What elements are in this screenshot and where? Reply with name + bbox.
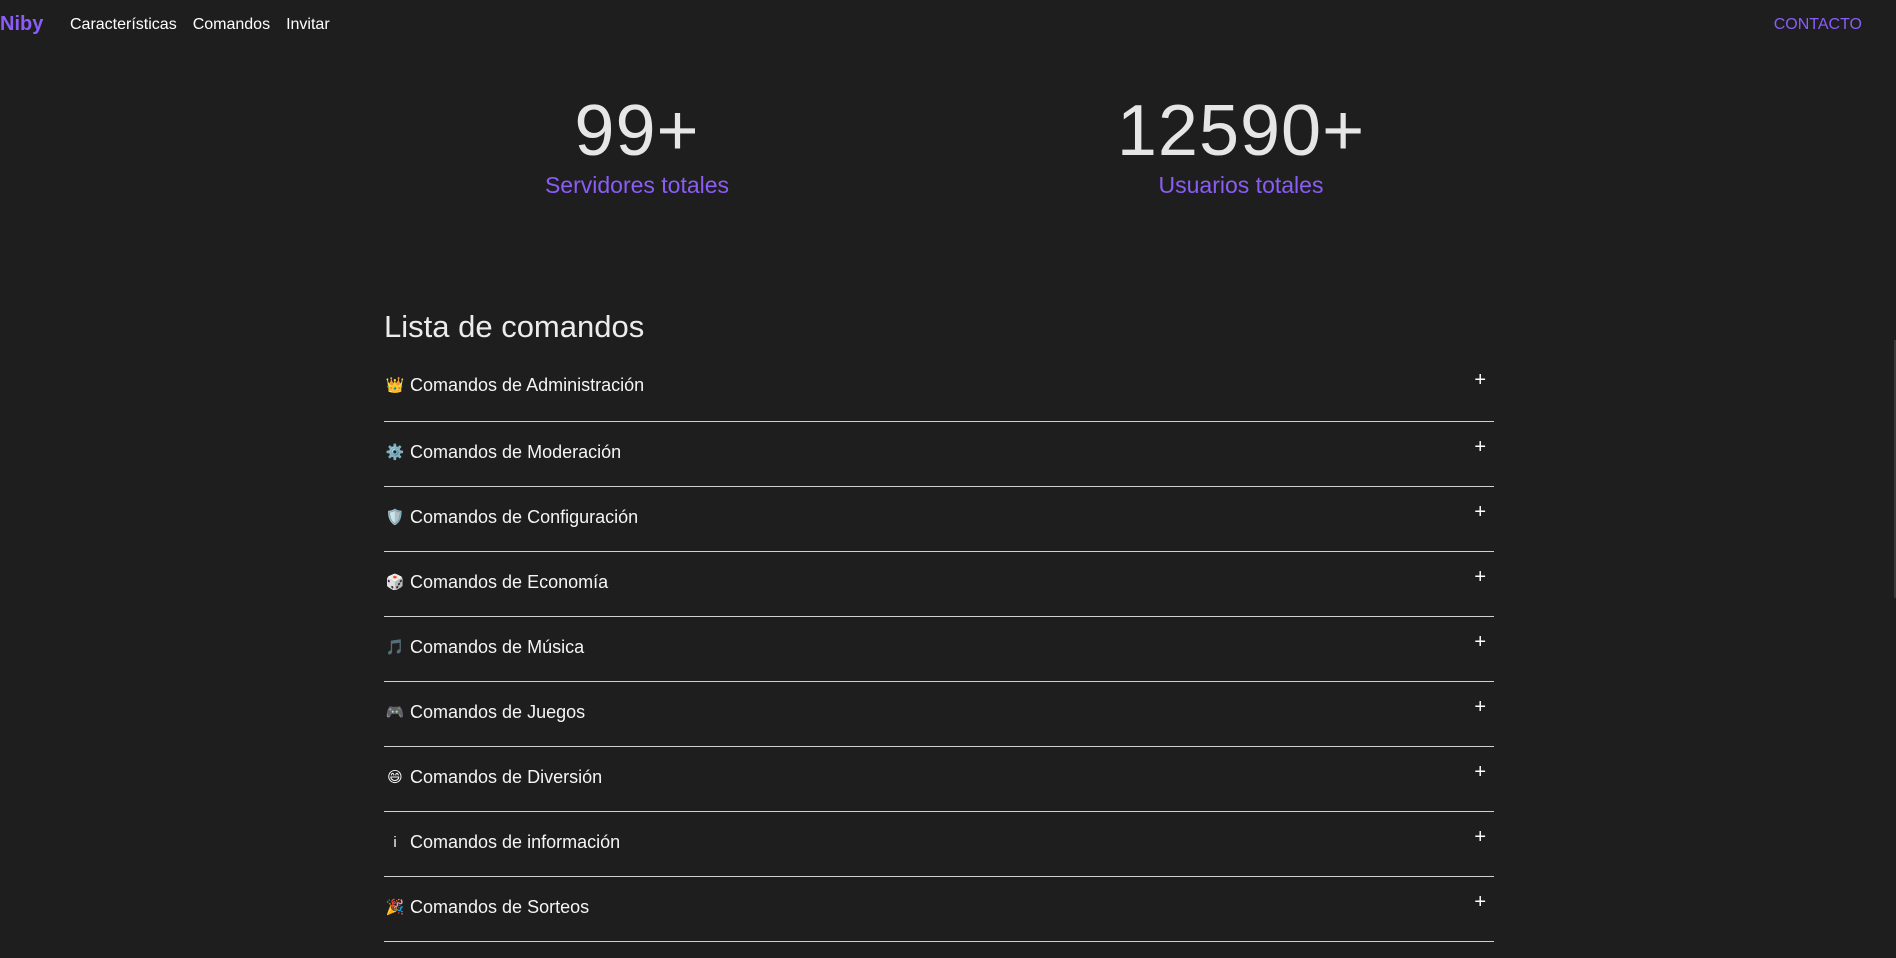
stat-servers-label: Servidores totales (544, 172, 730, 198)
command-category-header: 👑 Comandos de Administración (384, 375, 644, 396)
shield-icon: 🛡️ (385, 508, 405, 526)
nav-link-invitar[interactable]: Invitar (286, 16, 330, 34)
command-category-label: Comandos de Moderación (410, 442, 622, 462)
command-category-label: Comandos de Música (410, 637, 585, 657)
command-category-label: Comandos de Economía (410, 572, 609, 592)
command-category-item[interactable]: 🎮 Comandos de Juegos + (384, 682, 1494, 747)
command-category-item[interactable]: i Comandos de información + (384, 812, 1494, 877)
command-category-header: 🎮 Comandos de Juegos (384, 702, 585, 723)
command-category-header: 🎉 Comandos de Sorteos (384, 897, 589, 918)
expand-plus-icon[interactable]: + (1474, 566, 1486, 589)
command-category-label: Comandos de información (410, 832, 621, 852)
command-category-header: 🎵 Comandos de Música (384, 637, 584, 658)
crown-icon: 👑 (385, 376, 405, 394)
stat-users: 12590+ Usuarios totales (1041, 90, 1441, 199)
contact-link[interactable]: CONTACTO (1774, 16, 1862, 34)
brand-logo[interactable]: Niby (0, 13, 43, 36)
expand-plus-icon[interactable]: + (1474, 696, 1486, 719)
stat-users-number: 12590+ (1116, 91, 1366, 171)
command-category-label: Comandos de Configuración (410, 507, 639, 527)
commands-list: 👑 Comandos de Administración + ⚙️ Comandos d… (384, 355, 1494, 942)
command-category-header: i Comandos de información (384, 832, 620, 853)
command-category-item[interactable]: 🛡️ Comandos de Configuración + (384, 487, 1494, 552)
command-category-item[interactable]: 🎵 Comandos de Música + (384, 617, 1494, 682)
command-category-header: 😄 Comandos de Diversión (384, 767, 602, 788)
expand-plus-icon[interactable]: + (1474, 631, 1486, 654)
command-category-item[interactable]: ⚙️ Comandos de Moderación + (384, 422, 1494, 487)
stat-servers: 99+ Servidores totales (437, 90, 837, 199)
expand-plus-icon[interactable]: + (1474, 761, 1486, 784)
nav-links: Características Comandos Invitar (70, 16, 330, 34)
command-category-label: Comandos de Administración (410, 375, 645, 395)
command-category-header: 🛡️ Comandos de Configuración (384, 507, 638, 528)
command-category-label: Comandos de Diversión (410, 767, 603, 787)
command-category-label: Comandos de Sorteos (410, 897, 590, 917)
commands-title: Lista de comandos (384, 309, 645, 344)
smile-icon: 😄 (387, 768, 403, 786)
expand-plus-icon[interactable]: + (1474, 891, 1486, 914)
command-category-item[interactable]: 👑 Comandos de Administración + (384, 355, 1494, 422)
gamepad-icon: 🎮 (385, 703, 405, 721)
expand-plus-icon[interactable]: + (1474, 501, 1486, 524)
command-category-header: 🎲 Comandos de Economía (384, 572, 608, 593)
expand-plus-icon[interactable]: + (1474, 436, 1486, 459)
dice-icon: 🎲 (385, 573, 405, 591)
expand-plus-icon[interactable]: + (1474, 826, 1486, 849)
command-category-item[interactable]: 😄 Comandos de Diversión + (384, 747, 1494, 812)
nav-link-comandos[interactable]: Comandos (193, 16, 270, 34)
command-category-item[interactable]: 🎉 Comandos de Sorteos + (384, 877, 1494, 942)
gear-icon: ⚙️ (385, 443, 405, 461)
stat-servers-number: 99+ (574, 91, 700, 171)
stat-users-label: Usuarios totales (1158, 172, 1324, 198)
command-category-header: ⚙️ Comandos de Moderación (384, 442, 621, 463)
command-category-item[interactable]: 🎲 Comandos de Economía + (384, 552, 1494, 617)
commands-section: Lista de comandos 👑 Comandos de Administr… (384, 305, 1494, 942)
info-icon: i (393, 833, 397, 851)
command-category-label: Comandos de Juegos (410, 702, 586, 722)
stats-section: 99+ Servidores totales 12590+ Usuarios t… (0, 90, 1896, 210)
music-note-icon: 🎵 (385, 638, 405, 656)
expand-plus-icon[interactable]: + (1474, 369, 1486, 392)
navbar: Niby Características Comandos Invitar CO… (0, 0, 1896, 50)
party-popper-icon: 🎉 (385, 898, 405, 916)
nav-link-caracteristicas[interactable]: Características (70, 16, 177, 34)
